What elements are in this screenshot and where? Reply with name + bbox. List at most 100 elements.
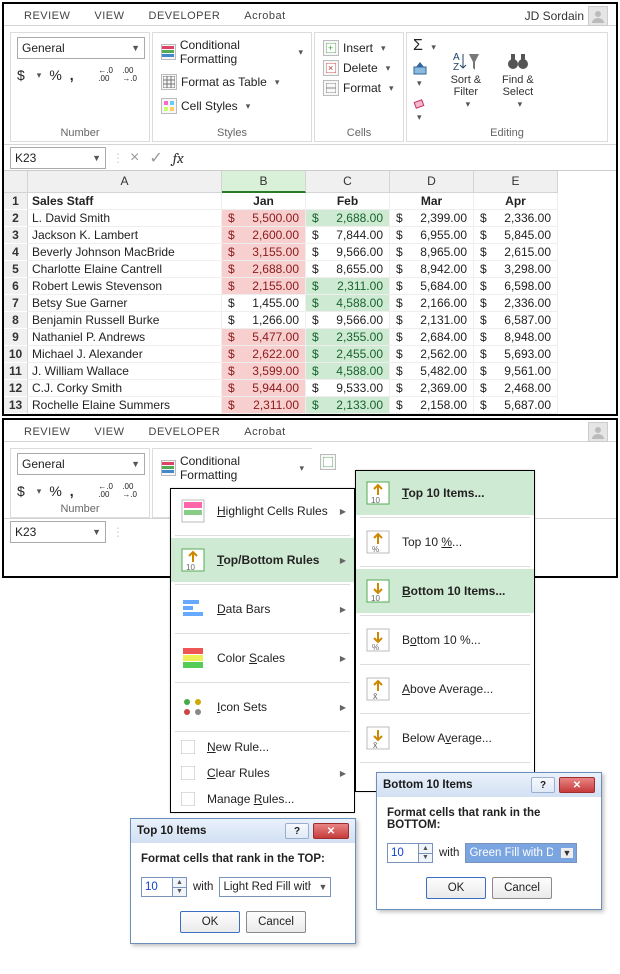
row-header[interactable]: 3 (4, 227, 28, 244)
ok-button[interactable]: OK (426, 877, 486, 899)
cell-apr[interactable]: $6,598.00 (474, 278, 558, 295)
row-header[interactable]: 2 (4, 210, 28, 227)
header-apr[interactable]: Apr (474, 193, 558, 210)
header-sales-staff[interactable]: Sales Staff (28, 193, 222, 210)
cell-mar[interactable]: $6,955.00 (390, 227, 474, 244)
cell-name[interactable]: Charlotte Elaine Cantrell (28, 261, 222, 278)
menu-icon-sets[interactable]: Icon Sets ▶ (171, 685, 354, 729)
fill-icon[interactable]: ▾ (413, 61, 436, 89)
percent-button[interactable]: % (49, 67, 61, 83)
help-button[interactable]: ? (531, 777, 555, 793)
cell-feb[interactable]: $9,566.00 (306, 244, 390, 261)
cell-name[interactable]: Betsy Sue Garner (28, 295, 222, 312)
cell-name[interactable]: Robert Lewis Stevenson (28, 278, 222, 295)
cell-apr[interactable]: $9,561.00 (474, 363, 558, 380)
header-feb[interactable]: Feb (306, 193, 390, 210)
header-mar[interactable]: Mar (390, 193, 474, 210)
cell-mar[interactable]: $2,562.00 (390, 346, 474, 363)
cell-mar[interactable]: $2,369.00 (390, 380, 474, 397)
submenu-top10-items[interactable]: 10 Top 10 Items... (356, 471, 534, 515)
cell-feb[interactable]: $2,355.00 (306, 329, 390, 346)
menu-highlight-cells[interactable]: Highlight Cells Rules ▶ (171, 489, 354, 533)
tab-acrobat[interactable]: Acrobat (232, 8, 297, 24)
menu-manage-rules[interactable]: Manage Rules... (171, 786, 354, 812)
cell-mar[interactable]: $2,131.00 (390, 312, 474, 329)
increase-decimal-icon[interactable]: ←.0.00 (98, 67, 114, 83)
submenu-top10-percent[interactable]: % Top 10 %... (356, 520, 534, 564)
top-count-input[interactable] (142, 878, 172, 896)
select-all-corner[interactable] (4, 171, 28, 193)
cell-jan[interactable]: $5,500.00 (222, 210, 306, 227)
cell-jan[interactable]: $5,944.00 (222, 380, 306, 397)
cell-feb[interactable]: $4,588.00 (306, 363, 390, 380)
cell-name[interactable]: J. William Wallace (28, 363, 222, 380)
header-jan[interactable]: Jan (222, 193, 306, 210)
cell-mar[interactable]: $2,399.00 (390, 210, 474, 227)
confirm-formula-icon[interactable]: ✓ (149, 148, 162, 168)
col-header-B[interactable]: B (222, 171, 306, 193)
comma-button-2[interactable]: , (70, 483, 74, 499)
cell-name[interactable]: Jackson K. Lambert (28, 227, 222, 244)
cell-apr[interactable]: $3,298.00 (474, 261, 558, 278)
row-header[interactable]: 11 (4, 363, 28, 380)
cell-jan[interactable]: $3,155.00 (222, 244, 306, 261)
cell-apr[interactable]: $5,687.00 (474, 397, 558, 414)
cell-feb[interactable]: $2,311.00 (306, 278, 390, 295)
ok-button[interactable]: OK (180, 911, 240, 933)
cell-mar[interactable]: $2,166.00 (390, 295, 474, 312)
spin-up-icon[interactable]: ▲ (418, 844, 432, 854)
close-button[interactable]: ✕ (559, 777, 595, 793)
row-header[interactable]: 13 (4, 397, 28, 414)
cell-mar[interactable]: $2,158.00 (390, 397, 474, 414)
cell-feb[interactable]: $8,655.00 (306, 261, 390, 278)
fx-icon[interactable]: fx (173, 149, 184, 167)
tab-acrobat-2[interactable]: Acrobat (232, 424, 297, 440)
help-button[interactable]: ? (285, 823, 309, 839)
submenu-above-average[interactable]: x̄ Above Average... (356, 667, 534, 711)
cell-mar[interactable]: $5,684.00 (390, 278, 474, 295)
col-header-A[interactable]: A (28, 171, 222, 193)
cell-apr[interactable]: $5,845.00 (474, 227, 558, 244)
decrease-decimal-icon-2[interactable]: .00→.0 (122, 483, 138, 499)
cell-name[interactable]: Beverly Johnson MacBride (28, 244, 222, 261)
cell-feb[interactable]: $7,844.00 (306, 227, 390, 244)
submenu-bottom10-items[interactable]: 10 Bottom 10 Items... (356, 569, 534, 613)
cell-mar[interactable]: $8,942.00 (390, 261, 474, 278)
currency-button[interactable]: $ (17, 67, 25, 83)
conditional-formatting-button[interactable]: Conditional Formatting ▾ (159, 37, 305, 67)
tab-developer-2[interactable]: DEVELOPER (137, 424, 233, 440)
cancel-button[interactable]: Cancel (492, 877, 552, 899)
row-header[interactable]: 7 (4, 295, 28, 312)
cell-jan[interactable]: $3,599.00 (222, 363, 306, 380)
cell-apr[interactable]: $2,468.00 (474, 380, 558, 397)
cell-name[interactable]: Nathaniel P. Andrews (28, 329, 222, 346)
number-format-select[interactable]: General ▼ (17, 37, 145, 59)
tab-view-2[interactable]: VIEW (82, 424, 136, 440)
cell-jan[interactable]: $2,622.00 (222, 346, 306, 363)
cell-jan[interactable]: $2,600.00 (222, 227, 306, 244)
submenu-below-average[interactable]: x̄ Below Average... (356, 716, 534, 760)
tab-developer[interactable]: DEVELOPER (137, 8, 233, 24)
spin-up-icon[interactable]: ▲ (172, 878, 186, 888)
bottom-format-select[interactable]: Green Fill with D ▼ (465, 843, 577, 863)
cell-jan[interactable]: $1,266.00 (222, 312, 306, 329)
spreadsheet-grid[interactable]: A B C D E 1 Sales Staff Jan Feb Mar Apr … (4, 170, 616, 414)
cell-mar[interactable]: $8,965.00 (390, 244, 474, 261)
delete-button[interactable]: × Delete▾ (321, 59, 397, 77)
row-header[interactable]: 10 (4, 346, 28, 363)
name-box[interactable]: K23 ▼ (10, 147, 106, 169)
user-avatar-icon[interactable] (588, 6, 608, 26)
close-button[interactable]: ✕ (313, 823, 349, 839)
decrease-decimal-icon[interactable]: .00→.0 (122, 67, 138, 83)
top-format-select[interactable]: Light Red Fill with ▼ (219, 877, 331, 897)
cell-styles-button[interactable]: Cell Styles ▾ (159, 97, 305, 115)
cell-feb[interactable]: $2,688.00 (306, 210, 390, 227)
cell-apr[interactable]: $6,587.00 (474, 312, 558, 329)
currency-button-2[interactable]: $ (17, 483, 25, 499)
cell-jan[interactable]: $2,155.00 (222, 278, 306, 295)
cell-jan[interactable]: $2,311.00 (222, 397, 306, 414)
row-header[interactable]: 4 (4, 244, 28, 261)
cancel-button[interactable]: Cancel (246, 911, 306, 933)
cell-apr[interactable]: $2,336.00 (474, 295, 558, 312)
increase-decimal-icon-2[interactable]: ←.0.00 (98, 483, 114, 499)
